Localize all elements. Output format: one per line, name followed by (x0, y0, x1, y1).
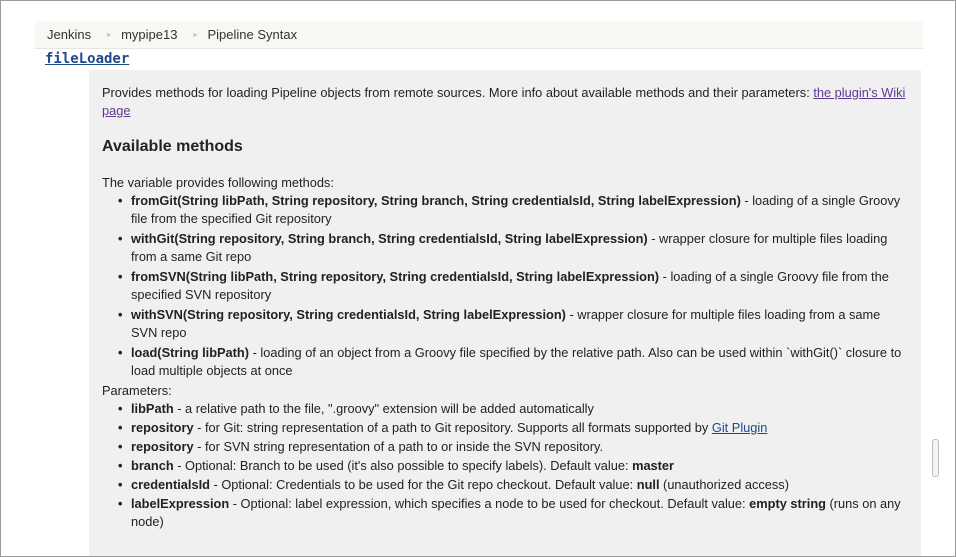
list-item: fromSVN(String libPath, String repositor… (118, 268, 907, 304)
method-signature: withSVN(String repository, String creden… (131, 307, 566, 322)
method-signature: fromGit(String libPath, String repositor… (131, 193, 741, 208)
method-signature: load(String libPath) (131, 345, 250, 360)
help-panel: Provides methods for loading Pipeline ob… (89, 70, 921, 556)
param-description: - Optional: Credentials to be used for t… (209, 477, 637, 492)
methods-list: fromGit(String libPath, String repositor… (102, 192, 907, 380)
param-description: - a relative path to the file, ".groovy"… (173, 401, 594, 416)
methods-lead: The variable provides following methods: (102, 175, 334, 190)
page-frame: Jenkins ▸ mypipe13 ▸ Pipeline Syntax fil… (0, 0, 956, 557)
param-name: credentialsId (131, 477, 210, 492)
breadcrumb-item-jenkins[interactable]: Jenkins (35, 27, 97, 42)
breadcrumb-item-pipeline-syntax[interactable]: Pipeline Syntax (207, 27, 303, 42)
breadcrumb-separator-icon: ▸ (107, 30, 112, 39)
list-item: labelExpression - Optional: label expres… (118, 495, 907, 531)
method-signature: withGit(String repository, String branch… (131, 231, 648, 246)
param-name: libPath (131, 401, 174, 416)
list-item: credentialsId - Optional: Credentials to… (118, 476, 907, 494)
param-name: repository (131, 420, 194, 435)
list-item: repository - for Git: string representat… (118, 419, 907, 437)
param-name: branch (131, 458, 174, 473)
params-list: libPath - a relative path to the file, "… (102, 400, 907, 531)
method-signature: fromSVN(String libPath, String repositor… (131, 269, 660, 284)
param-name: labelExpression (131, 496, 230, 511)
help-content: Provides methods for loading Pipeline ob… (89, 70, 921, 531)
params-lead: Parameters: (102, 383, 172, 398)
param-default-value: empty string (749, 496, 826, 511)
intro-text: Provides methods for loading Pipeline ob… (102, 85, 814, 100)
param-default-value: null (636, 477, 660, 492)
section-title: Available methods (102, 138, 243, 155)
param-description: - Optional: Branch to be used (it's also… (173, 458, 633, 473)
breadcrumb-item-job[interactable]: mypipe13 (121, 27, 183, 42)
list-item: load(String libPath) - loading of an obj… (118, 344, 907, 380)
git-plugin-link[interactable]: Git Plugin (712, 420, 767, 435)
param-description: - Optional: label expression, which spec… (229, 496, 750, 511)
param-description: - for SVN string representation of a pat… (193, 439, 604, 454)
list-item: repository - for SVN string representati… (118, 438, 907, 456)
list-item: libPath - a relative path to the file, "… (118, 400, 907, 418)
list-item: withGit(String repository, String branch… (118, 230, 907, 266)
param-description-tail: (unauthorized access) (659, 477, 789, 492)
param-name: repository (131, 439, 194, 454)
list-item: fromGit(String libPath, String repositor… (118, 192, 907, 228)
list-item: withSVN(String repository, String creden… (118, 306, 907, 342)
intro-paragraph: Provides methods for loading Pipeline ob… (102, 84, 907, 120)
step-name-link[interactable]: fileLoader (45, 51, 129, 67)
breadcrumb-separator-icon: ▸ (193, 30, 198, 39)
param-default-value: master (632, 458, 675, 473)
list-item: branch - Optional: Branch to be used (it… (118, 457, 907, 475)
scrollbar-thumb[interactable] (932, 439, 939, 477)
breadcrumb: Jenkins ▸ mypipe13 ▸ Pipeline Syntax (35, 21, 923, 49)
param-description: - for Git: string representation of a pa… (193, 420, 712, 435)
